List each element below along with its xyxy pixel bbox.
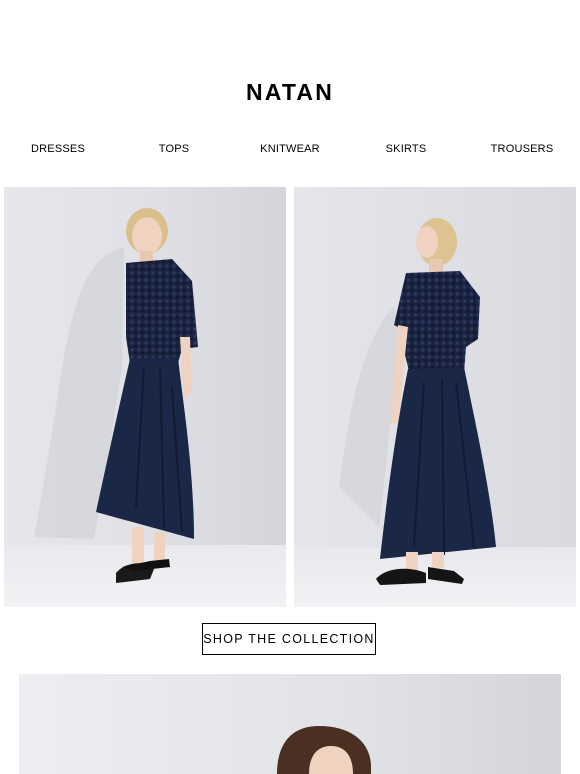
product-photo-back[interactable] — [294, 187, 576, 607]
nav-item-dresses[interactable]: DRESSES — [31, 142, 85, 156]
nav-item-knitwear[interactable]: KNITWEAR — [260, 142, 320, 156]
model-front-illustration — [4, 187, 286, 607]
model-portrait-illustration — [19, 674, 561, 774]
product-photo-front[interactable] — [4, 187, 286, 607]
editorial-photo[interactable] — [19, 674, 561, 774]
category-nav: DRESSES TOPS KNITWEAR SKIRTS TROUSERS — [0, 142, 580, 156]
brand-logo[interactable]: NATAN — [0, 78, 580, 106]
nav-item-tops[interactable]: TOPS — [159, 142, 190, 156]
model-back-illustration — [294, 187, 576, 607]
shop-collection-button[interactable]: SHOP THE COLLECTION — [202, 623, 376, 655]
nav-item-trousers[interactable]: TROUSERS — [491, 142, 554, 156]
nav-item-skirts[interactable]: SKIRTS — [386, 142, 427, 156]
